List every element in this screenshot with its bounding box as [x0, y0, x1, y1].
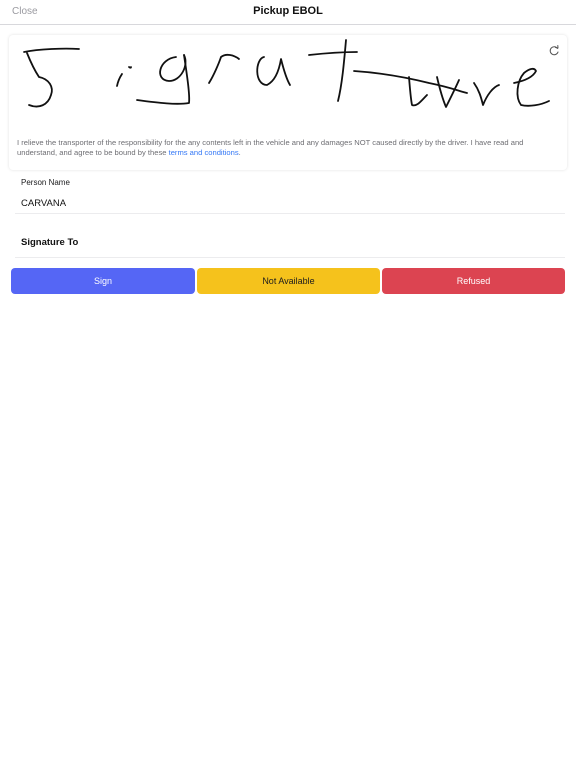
terms-link[interactable]: terms and conditions	[169, 148, 239, 157]
pickup-ebol-screen: Close Pickup EBOL I relieve the transpor…	[0, 0, 576, 768]
handwritten-signature	[23, 39, 550, 108]
page-title: Pickup EBOL	[253, 5, 323, 17]
liability-disclaimer: I relieve the transporter of the respons…	[17, 138, 562, 158]
refresh-icon[interactable]	[548, 44, 560, 56]
divider	[15, 257, 565, 258]
person-name-input[interactable]	[21, 195, 561, 211]
refused-button[interactable]: Refused	[382, 268, 565, 294]
signature-card: I relieve the transporter of the respons…	[9, 35, 567, 170]
person-name-label: Person Name	[21, 178, 70, 187]
disclaimer-text: I relieve the transporter of the respons…	[17, 138, 524, 157]
not-available-button[interactable]: Not Available	[197, 268, 380, 294]
signature-pad[interactable]	[9, 35, 567, 131]
navigation-bar: Close Pickup EBOL	[0, 0, 576, 25]
divider	[15, 213, 565, 214]
sign-button[interactable]: Sign	[11, 268, 195, 294]
disclaimer-end: .	[238, 148, 241, 157]
signature-to-label: Signature To	[21, 237, 79, 248]
